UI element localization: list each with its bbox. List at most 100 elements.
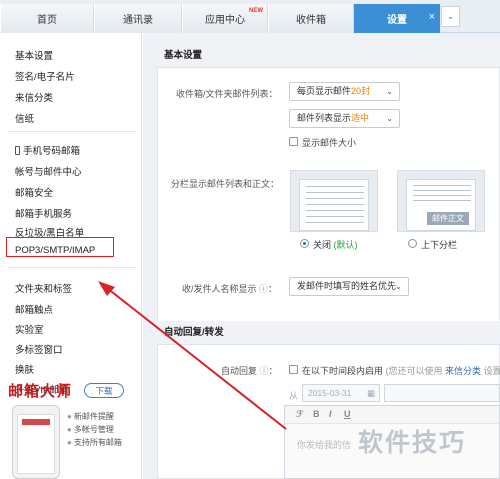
calendar-icon[interactable]: ▦	[367, 385, 375, 401]
bullet-icon: ●	[67, 412, 72, 421]
per-page-select[interactable]: 每页显示邮件20封 ⌄	[289, 82, 400, 101]
split-view-label: 分栏显示邮件列表和正文：	[171, 179, 280, 189]
phone-icon	[15, 146, 20, 155]
radio-split-vertical-label: 上下分栏	[421, 240, 458, 250]
sidebar-item-mail-touchpoint[interactable]: 邮箱触点	[15, 302, 53, 316]
tab-home[interactable]: 首页	[0, 4, 94, 33]
preview-line	[306, 216, 364, 217]
radio-split-vertical[interactable]	[408, 239, 417, 248]
sender-name-value: 发邮件时填写的姓名优先	[297, 281, 397, 291]
phone-screen-bar	[22, 419, 50, 425]
hint-prefix: (您还可以使用	[385, 366, 443, 376]
tab-settings-label: 设置	[387, 15, 407, 26]
help-icon[interactable]: ⓘ	[260, 366, 269, 376]
auto-reply-text: 自动回复	[221, 366, 258, 376]
option-off-text: 关闭	[313, 240, 332, 250]
default-tag: (默认)	[333, 240, 358, 250]
label-colon: ：	[268, 284, 278, 294]
promo-feature-label: 多帐号管理	[73, 425, 114, 434]
italic-icon[interactable]: I	[329, 409, 332, 419]
new-badge: NEW	[249, 8, 263, 14]
preview-line	[413, 185, 471, 186]
preview-line	[413, 195, 471, 196]
settings-sidebar: 基本设置 签名/电子名片 来信分类 信纸 手机号码邮箱 帐号与邮件中心 邮箱安全…	[0, 33, 142, 479]
list-density-select[interactable]: 邮件列表显示适中 ⌄	[289, 109, 400, 128]
folder-list-label: 收件箱/文件夹邮件列表：	[176, 89, 278, 99]
sidebar-item-lab[interactable]: 实验室	[15, 322, 44, 336]
divider	[8, 131, 136, 132]
density-value: 适中	[351, 113, 370, 123]
preview-line	[306, 222, 364, 223]
close-icon[interactable]: ×	[429, 11, 435, 23]
bold-icon[interactable]: B	[313, 409, 320, 419]
sidebar-item-folders-tags[interactable]: 文件夹和标签	[15, 281, 72, 295]
promo-feature-label: 支持所有邮箱	[73, 438, 122, 447]
download-button[interactable]: 下载	[84, 383, 124, 398]
per-page-value: 20封	[351, 86, 371, 96]
preview-line	[413, 190, 471, 191]
promo-title[interactable]: 邮箱大师	[8, 380, 72, 401]
bullet-icon: ●	[67, 438, 72, 447]
preview-pane: 邮件正文	[406, 179, 476, 231]
filter-rules-link[interactable]: 来信分类	[445, 366, 481, 376]
chevron-down-icon: ⌄	[395, 282, 402, 291]
sidebar-item-label: 手机号码邮箱	[23, 146, 81, 157]
promo-feature: ● 多帐号管理	[67, 424, 114, 435]
bullet-icon: ●	[67, 425, 72, 434]
preview-line	[306, 204, 364, 205]
layout-preview-off[interactable]	[290, 170, 378, 232]
sender-name-select[interactable]: 发邮件时填写的姓名优先 ⌄	[289, 277, 409, 296]
chevron-down-icon: ⌄	[386, 87, 393, 96]
font-icon[interactable]: ℱ	[296, 409, 303, 420]
tab-settings[interactable]: 设置 ×	[354, 4, 440, 33]
sender-name-text: 收/发件人名称显示	[182, 284, 257, 294]
section-basic-settings: 基本设置	[157, 44, 500, 68]
auto-reply-label: 自动回复 ⓘ：	[221, 364, 278, 377]
hint-suffix: 设置	[483, 366, 500, 376]
preview-line	[306, 192, 364, 193]
from-date-value: 2015-03-31	[308, 388, 352, 398]
label-colon: ：	[268, 366, 278, 376]
preview-line	[306, 198, 364, 199]
sidebar-item-account-center[interactable]: 帐号与邮件中心	[15, 164, 82, 178]
auto-reply-enable-checkbox[interactable]	[289, 365, 298, 374]
sidebar-item-security[interactable]: 邮箱安全	[15, 185, 53, 199]
auto-reply-enable-label: 在以下时间段内启用 (您还可以使用 来信分类 设置	[302, 364, 500, 377]
preview-line	[413, 200, 471, 201]
sidebar-item-stationery[interactable]: 信纸	[15, 111, 34, 125]
phone-screen	[17, 414, 55, 474]
show-size-label: 显示邮件大小	[302, 138, 357, 148]
tab-contacts[interactable]: 通讯录	[94, 4, 182, 33]
radio-split-off[interactable]	[300, 239, 309, 248]
sidebar-item-basic[interactable]: 基本设置	[15, 48, 53, 62]
sidebar-item-filters[interactable]: 来信分类	[15, 90, 53, 104]
tab-home-label: 首页	[37, 15, 57, 26]
divider	[8, 267, 136, 268]
from-label: 从	[289, 391, 299, 401]
density-prefix: 邮件列表显示	[297, 113, 352, 123]
sender-name-label: 收/发件人名称显示 ⓘ：	[182, 282, 277, 295]
phone-app-image	[12, 405, 60, 479]
editor-placeholder: 你发给我的信	[297, 440, 352, 450]
layout-preview-split[interactable]: 邮件正文	[397, 170, 485, 232]
section-auto-reply: 自动回复/转发	[157, 321, 500, 345]
sidebar-item-multi-tab[interactable]: 多标签窗口	[15, 342, 63, 356]
tab-contacts-label: 通讯录	[123, 15, 153, 26]
preview-line	[306, 186, 364, 187]
highlight-box	[6, 237, 114, 257]
sidebar-item-phone-mailbox[interactable]: 手机号码邮箱	[15, 143, 80, 157]
sidebar-item-skin[interactable]: 换肤	[15, 362, 34, 376]
tab-inbox-label: 收件箱	[296, 15, 326, 26]
from-date-input[interactable]: 2015-03-31 ▦	[302, 384, 380, 402]
help-icon[interactable]: ⓘ	[259, 284, 268, 294]
underline-icon[interactable]: U	[344, 409, 351, 419]
sidebar-item-mobile-service[interactable]: 邮箱手机服务	[15, 206, 72, 220]
show-size-checkbox[interactable]	[289, 137, 298, 146]
chevron-down-icon[interactable]: ⌄	[441, 6, 460, 27]
tab-app-center-label: 应用中心	[205, 15, 245, 26]
top-tab-bar: 首页 通讯录 应用中心 NEW 收件箱 设置 × ⌄	[0, 0, 500, 33]
sidebar-item-signature[interactable]: 签名/电子名片	[15, 69, 75, 83]
tab-app-center[interactable]: 应用中心 NEW	[182, 4, 268, 33]
to-date-input[interactable]	[384, 384, 500, 402]
tab-inbox[interactable]: 收件箱	[268, 4, 354, 33]
